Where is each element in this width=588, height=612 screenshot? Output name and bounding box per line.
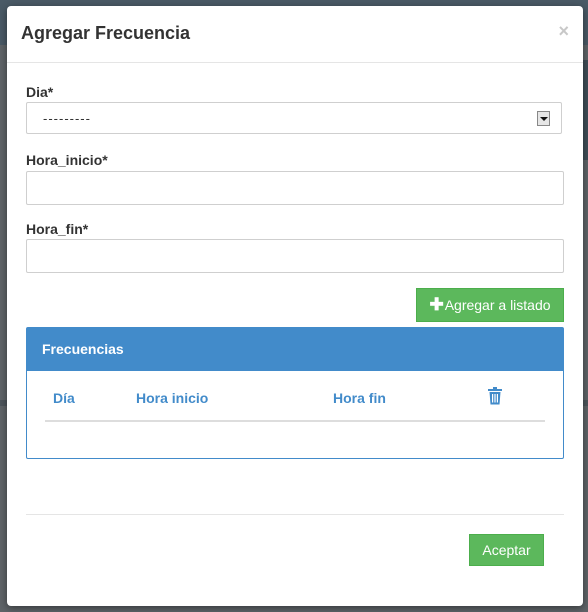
dia-selected-value: --------- (43, 111, 91, 126)
dia-select[interactable]: --------- (26, 102, 562, 134)
modal-title: Agregar Frecuencia (21, 23, 191, 43)
agregar-a-listado-label: Agregar a listado (444, 297, 551, 313)
agregar-a-listado-button[interactable]: ✚ Agregar a listado (416, 288, 564, 322)
dia-label: Dia* (26, 84, 54, 100)
trash-icon[interactable] (487, 387, 503, 405)
hora-fin-input[interactable] (26, 239, 564, 273)
aceptar-button[interactable]: Aceptar (469, 534, 544, 566)
hora-inicio-input[interactable] (26, 171, 564, 205)
agregar-frecuencia-modal: Agregar Frecuencia × Dia* --------- Hora… (7, 6, 583, 606)
hora-inicio-label: Hora_inicio* (26, 152, 108, 168)
footer-divider (26, 514, 564, 515)
panel-heading: Frecuencias (27, 328, 563, 371)
frecuencias-table-header: Día Hora inicio Hora fin (45, 376, 545, 422)
chevron-down-icon[interactable] (537, 111, 550, 126)
column-header-hora-inicio: Hora inicio (136, 390, 209, 406)
hora-fin-label: Hora_fin* (26, 221, 89, 237)
column-header-hora-fin: Hora fin (333, 390, 386, 406)
plus-icon: ✚ (429, 295, 444, 314)
column-header-dia: Día (53, 390, 75, 406)
modal-header: Agregar Frecuencia × (7, 6, 583, 63)
frecuencias-panel: Frecuencias Día Hora inicio Hora fin (26, 327, 564, 459)
close-button[interactable]: × (558, 22, 569, 40)
